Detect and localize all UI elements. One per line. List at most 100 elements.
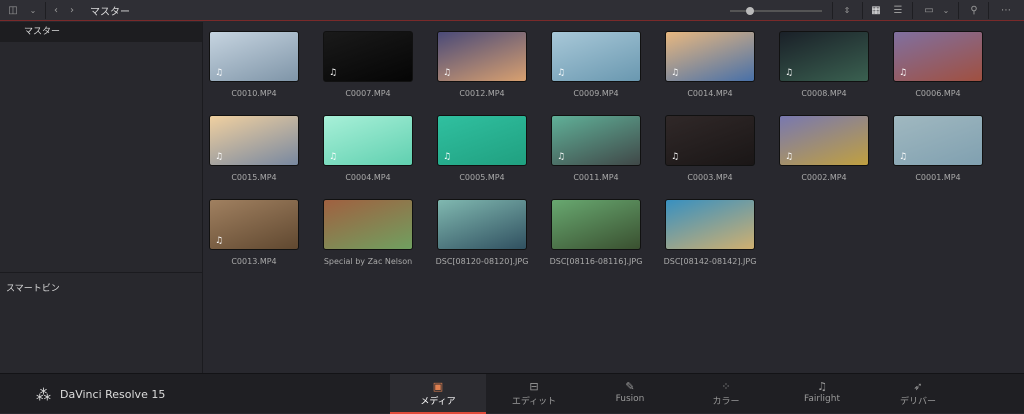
clip-name: C0010.MP4: [231, 89, 277, 98]
sidebar: マスター スマートビン: [0, 22, 203, 373]
back-icon[interactable]: ‹: [50, 0, 62, 21]
sort-icon[interactable]: ⇕: [840, 0, 854, 21]
clip-thumbnail[interactable]: ♫: [209, 31, 299, 82]
tab-fusion[interactable]: ✎ Fusion: [582, 374, 678, 414]
clip-item[interactable]: ♫ C0014.MP4: [653, 31, 767, 98]
clip-thumbnail[interactable]: ♫: [893, 31, 983, 82]
clip-item[interactable]: ♫ C0013.MP4: [197, 199, 311, 266]
app-name: DaVinci Resolve 15: [60, 388, 166, 401]
clip-thumbnail[interactable]: ♫: [665, 31, 755, 82]
clip-thumbnail[interactable]: [665, 199, 755, 250]
clip-name: Special by Zac Nelson: [323, 257, 413, 266]
clip-name: C0013.MP4: [231, 257, 277, 266]
clip-item[interactable]: ♫ C0011.MP4: [539, 115, 653, 182]
page-bar: ⁂ DaVinci Resolve 15 ▣ メディア ⊟ エディット ✎ Fusion ⁘…: [0, 373, 1024, 414]
clip-item[interactable]: ♫ C0002.MP4: [767, 115, 881, 182]
search-icon[interactable]: ⚲: [964, 0, 984, 21]
clip-name: C0011.MP4: [573, 173, 619, 182]
clip-thumbnail[interactable]: [437, 199, 527, 250]
clip-name: C0009.MP4: [573, 89, 619, 98]
clip-name: C0003.MP4: [687, 173, 733, 182]
clip-thumbnail[interactable]: [323, 199, 413, 250]
clip-name: DSC[08120-08120].JPG: [435, 257, 529, 266]
media-pool-grid: ♫ C0010.MP4 ♫ C0007.MP4 ♫ C0012.MP4 ♫ C0009.MP4…: [204, 22, 1024, 373]
audio-icon: ♫: [443, 68, 452, 78]
clip-item[interactable]: DSC[08142-08142].JPG: [653, 199, 767, 266]
clip-item[interactable]: ♫ C0007.MP4: [311, 31, 425, 98]
audio-icon: ♫: [671, 152, 680, 162]
clip-thumbnail[interactable]: ♫: [551, 31, 641, 82]
clip-item[interactable]: ♫ C0015.MP4: [197, 115, 311, 182]
grid-view-icon[interactable]: ▦: [868, 0, 884, 21]
audio-icon: ♫: [557, 152, 566, 162]
tab-color[interactable]: ⁘ カラー: [678, 374, 774, 414]
clip-thumbnail[interactable]: ♫: [665, 115, 755, 166]
clip-thumbnail[interactable]: ♫: [209, 115, 299, 166]
audio-icon: ♫: [785, 68, 794, 78]
tab-label: Fusion: [615, 394, 645, 404]
audio-icon: ♫: [329, 68, 338, 78]
fusion-icon: ✎: [625, 380, 635, 393]
audio-icon: ♫: [785, 152, 794, 162]
clip-thumbnail[interactable]: ♫: [437, 115, 527, 166]
audio-icon: ♫: [671, 68, 680, 78]
tab-label: Fairlight: [803, 394, 840, 404]
clip-item[interactable]: Special by Zac Nelson: [311, 199, 425, 266]
clip-name: C0005.MP4: [459, 173, 505, 182]
clip-name: C0007.MP4: [345, 89, 391, 98]
clip-thumbnail[interactable]: ♫: [551, 115, 641, 166]
clip-item[interactable]: ♫ C0012.MP4: [425, 31, 539, 98]
clip-thumbnail[interactable]: ♫: [779, 31, 869, 82]
audio-icon: ♫: [899, 68, 908, 78]
toolbar: ◫ ⌄ ‹ › マスター ⇕ ▦ ☰ ▭ ⌄ ⚲ ⋯: [0, 0, 1024, 21]
clip-item[interactable]: DSC[08116-08116].JPG: [539, 199, 653, 266]
clip-item[interactable]: ♫ C0010.MP4: [197, 31, 311, 98]
clip-thumbnail[interactable]: ♫: [323, 31, 413, 82]
edit-icon: ⊟: [529, 380, 539, 393]
clip-name: C0004.MP4: [345, 173, 391, 182]
audio-icon: ♫: [443, 152, 452, 162]
tab-deliver[interactable]: ➶ デリバー: [870, 374, 966, 414]
clip-thumbnail[interactable]: ♫: [323, 115, 413, 166]
breadcrumb-title: マスター: [90, 7, 130, 18]
tab-edit[interactable]: ⊟ エディット: [486, 374, 582, 414]
chevron-down-icon[interactable]: ⌄: [940, 0, 952, 21]
panel-toggle-icon[interactable]: ◫: [4, 0, 22, 21]
clip-item[interactable]: ♫ C0009.MP4: [539, 31, 653, 98]
clip-thumbnail[interactable]: [551, 199, 641, 250]
clip-name: C0001.MP4: [915, 173, 961, 182]
tab-label: エディット: [511, 397, 557, 407]
tab-label: デリバー: [899, 397, 936, 407]
frame-icon[interactable]: ▭: [920, 0, 938, 21]
forward-icon[interactable]: ›: [66, 0, 78, 21]
clip-item[interactable]: ♫ C0006.MP4: [881, 31, 995, 98]
tab-media[interactable]: ▣ メディア: [390, 374, 486, 414]
clip-item[interactable]: DSC[08120-08120].JPG: [425, 199, 539, 266]
deliver-icon: ➶: [913, 380, 923, 393]
clip-name: C0014.MP4: [687, 89, 733, 98]
list-view-icon[interactable]: ☰: [890, 0, 906, 21]
tab-fairlight[interactable]: ♫ Fairlight: [774, 374, 870, 414]
clip-thumbnail[interactable]: ♫: [437, 31, 527, 82]
clip-item[interactable]: ♫ C0008.MP4: [767, 31, 881, 98]
fairlight-icon: ♫: [817, 380, 827, 393]
clip-item[interactable]: ♫ C0005.MP4: [425, 115, 539, 182]
audio-icon: ♫: [215, 236, 224, 246]
clip-item[interactable]: ♫ C0003.MP4: [653, 115, 767, 182]
smart-bins-header[interactable]: スマートビン: [0, 272, 203, 294]
clip-thumbnail[interactable]: ♫: [209, 199, 299, 250]
clip-item[interactable]: ♫ C0004.MP4: [311, 115, 425, 182]
chevron-down-icon[interactable]: ⌄: [26, 0, 40, 21]
clip-name: C0002.MP4: [801, 173, 847, 182]
sidebar-item-master[interactable]: マスター: [0, 22, 202, 42]
clip-name: C0006.MP4: [915, 89, 961, 98]
media-icon: ▣: [432, 380, 444, 393]
clip-thumbnail[interactable]: ♫: [893, 115, 983, 166]
clip-thumbnail[interactable]: ♫: [779, 115, 869, 166]
more-icon[interactable]: ⋯: [994, 0, 1018, 21]
clip-item[interactable]: ♫ C0001.MP4: [881, 115, 995, 182]
audio-icon: ♫: [329, 152, 338, 162]
tab-label: メディア: [420, 397, 456, 407]
zoom-slider[interactable]: [730, 0, 822, 21]
clip-name: C0012.MP4: [459, 89, 505, 98]
